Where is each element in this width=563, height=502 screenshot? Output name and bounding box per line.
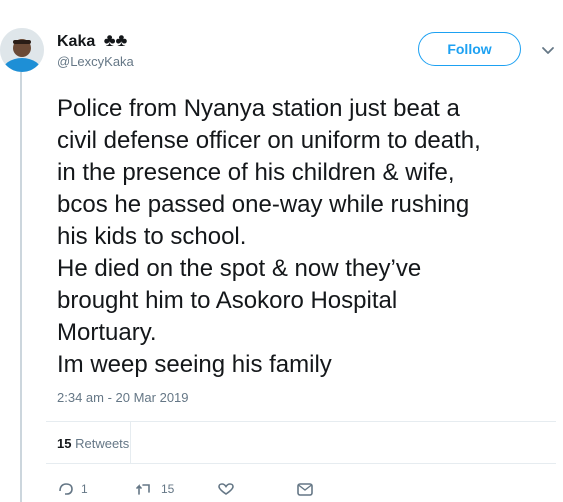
club-emoji: ♣♣ <box>103 30 128 50</box>
divider-bottom <box>46 463 556 464</box>
retweets-label: Retweets <box>75 436 130 451</box>
reply-button[interactable]: 1 <box>57 482 88 496</box>
stats-separator <box>130 421 131 463</box>
display-name-text: Kaka <box>57 33 96 50</box>
display-name[interactable]: Kaka ♣♣ <box>57 30 127 51</box>
retweet-count: 15 <box>161 482 175 496</box>
thread-line <box>20 72 22 502</box>
retweet-icon <box>136 484 150 495</box>
reply-count: 1 <box>81 482 88 496</box>
tweet-timestamp[interactable]: 2:34 am - 20 Mar 2019 <box>57 390 189 405</box>
like-icon <box>218 483 234 495</box>
reply-icon <box>59 483 73 495</box>
message-icon <box>297 483 313 496</box>
retweet-button[interactable]: 15 <box>135 482 174 496</box>
avatar-image <box>0 28 44 72</box>
retweets-count: 15 <box>57 436 72 451</box>
message-button[interactable] <box>296 482 314 496</box>
tweet-text: Police from Nyanya station just beat a c… <box>57 95 481 378</box>
retweet-stats[interactable]: 15 Retweets <box>57 436 129 451</box>
avatar[interactable] <box>0 28 44 72</box>
user-handle[interactable]: @LexcyKaka <box>57 54 134 69</box>
follow-button[interactable]: Follow <box>418 32 521 66</box>
chevron-down-icon[interactable] <box>538 40 558 60</box>
divider-top <box>46 421 556 422</box>
like-button[interactable] <box>217 482 241 496</box>
